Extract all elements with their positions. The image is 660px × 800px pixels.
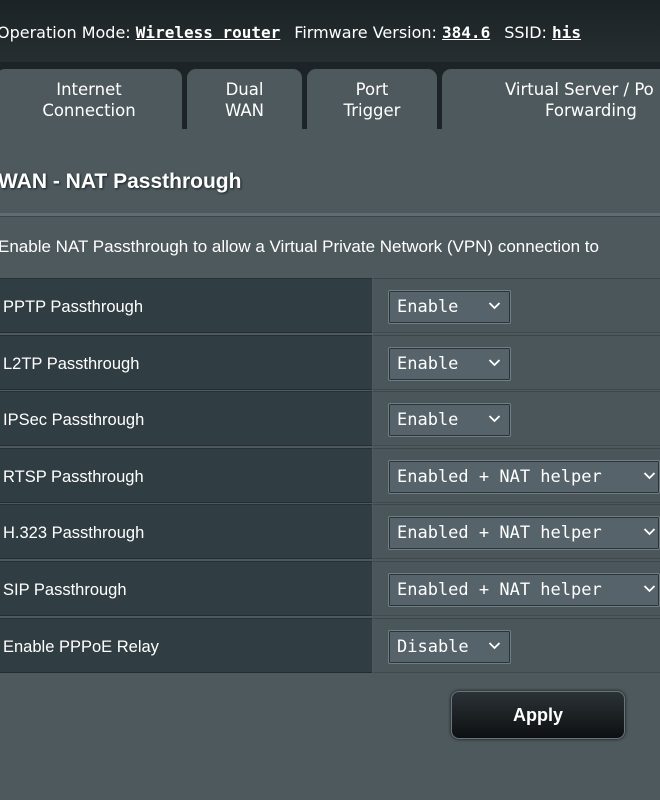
row-label-cell: H.323 Passthrough xyxy=(0,504,372,559)
l2tp-label: L2TP Passthrough xyxy=(3,355,140,373)
tab-label: Forwarding xyxy=(545,101,637,120)
select-value: Enable xyxy=(397,410,459,430)
firmware-label: Firmware Version: xyxy=(294,23,437,42)
tab-internet-connection[interactable]: Internet Connection xyxy=(0,69,182,129)
page-description: Enable NAT Passthrough to allow a Virtua… xyxy=(0,237,599,256)
table-row: PPTP Passthrough Enable xyxy=(0,278,660,334)
tab-virtual-server[interactable]: Virtual Server / Po Forwarding xyxy=(442,69,660,129)
row-value-cell: Enabled + NAT helper xyxy=(373,561,660,616)
page-title: WAN - NAT Passthrough xyxy=(0,170,242,193)
row-label-cell: SIP Passthrough xyxy=(0,561,372,616)
row-value-cell: Enabled + NAT helper xyxy=(373,504,660,559)
select-value: Disable xyxy=(397,637,469,657)
tab-label: Connection xyxy=(42,101,136,120)
tab-label: Virtual Server / Po xyxy=(505,80,654,99)
table-row: L2TP Passthrough Enable xyxy=(0,335,660,391)
rtsp-select[interactable]: Enabled + NAT helper xyxy=(388,460,660,494)
row-label-cell: PPTP Passthrough xyxy=(0,278,372,333)
rtsp-label: RTSP Passthrough xyxy=(3,468,144,486)
row-value-cell: Enabled + NAT helper xyxy=(373,448,660,503)
sip-select[interactable]: Enabled + NAT helper xyxy=(388,573,660,607)
status-bar: Operation Mode: Wireless router Firmware … xyxy=(0,0,660,62)
tab-dual-wan[interactable]: Dual WAN xyxy=(187,69,302,129)
row-value-cell: Enable xyxy=(373,391,660,446)
tab-bar: Internet Connection Dual WAN Port Trigge… xyxy=(0,62,660,129)
chevron-down-icon xyxy=(643,472,656,480)
h323-label: H.323 Passthrough xyxy=(3,524,145,542)
row-label-cell: IPSec Passthrough xyxy=(0,391,372,446)
row-value-cell: Disable xyxy=(373,618,660,673)
table-row: IPSec Passthrough Enable xyxy=(0,391,660,447)
chevron-down-icon xyxy=(488,642,501,650)
select-value: Enable xyxy=(397,354,459,374)
select-value: Enabled + NAT helper xyxy=(397,467,602,487)
sip-label: SIP Passthrough xyxy=(3,581,127,599)
tab-label: Port xyxy=(355,80,389,99)
ipsec-select[interactable]: Enable xyxy=(388,403,511,437)
row-label-cell: RTSP Passthrough xyxy=(0,448,372,503)
table-row: Enable PPPoE Relay Disable xyxy=(0,618,660,674)
operation-mode-label: Operation Mode: xyxy=(0,23,131,42)
select-value: Enable xyxy=(397,297,459,317)
apply-button[interactable]: Apply xyxy=(451,691,625,739)
tab-port-trigger[interactable]: Port Trigger xyxy=(307,69,437,129)
chevron-down-icon xyxy=(488,359,501,367)
title-divider xyxy=(0,213,660,217)
ssid-label: SSID: xyxy=(504,23,547,42)
chevron-down-icon xyxy=(643,585,656,593)
chevron-down-icon xyxy=(488,415,501,423)
chevron-down-icon xyxy=(643,528,656,536)
table-row: SIP Passthrough Enabled + NAT helper xyxy=(0,561,660,617)
row-value-cell: Enable xyxy=(373,335,660,390)
h323-select[interactable]: Enabled + NAT helper xyxy=(388,516,660,550)
tab-label: WAN xyxy=(224,101,265,120)
tab-label: Trigger xyxy=(343,101,401,120)
tab-label: Internet xyxy=(56,80,122,99)
select-value: Enabled + NAT helper xyxy=(397,580,602,600)
ssid-link[interactable]: his xyxy=(552,23,581,42)
row-label-cell: L2TP Passthrough xyxy=(0,335,372,390)
pppoe-relay-label: Enable PPPoE Relay xyxy=(3,638,159,656)
pptp-label: PPTP Passthrough xyxy=(3,298,144,316)
row-label-cell: Enable PPPoE Relay xyxy=(0,618,372,673)
l2tp-select[interactable]: Enable xyxy=(388,347,511,381)
operation-mode-link[interactable]: Wireless router xyxy=(136,23,281,42)
chevron-down-icon xyxy=(488,302,501,310)
table-row: RTSP Passthrough Enabled + NAT helper xyxy=(0,448,660,504)
select-value: Enabled + NAT helper xyxy=(397,523,602,543)
table-row: H.323 Passthrough Enabled + NAT helper xyxy=(0,504,660,560)
firmware-link[interactable]: 384.6 xyxy=(442,23,490,42)
tab-label: Dual xyxy=(225,80,264,99)
pppoe-relay-select[interactable]: Disable xyxy=(388,630,511,664)
ipsec-label: IPSec Passthrough xyxy=(3,411,145,429)
pptp-select[interactable]: Enable xyxy=(388,290,511,324)
row-value-cell: Enable xyxy=(373,278,660,333)
